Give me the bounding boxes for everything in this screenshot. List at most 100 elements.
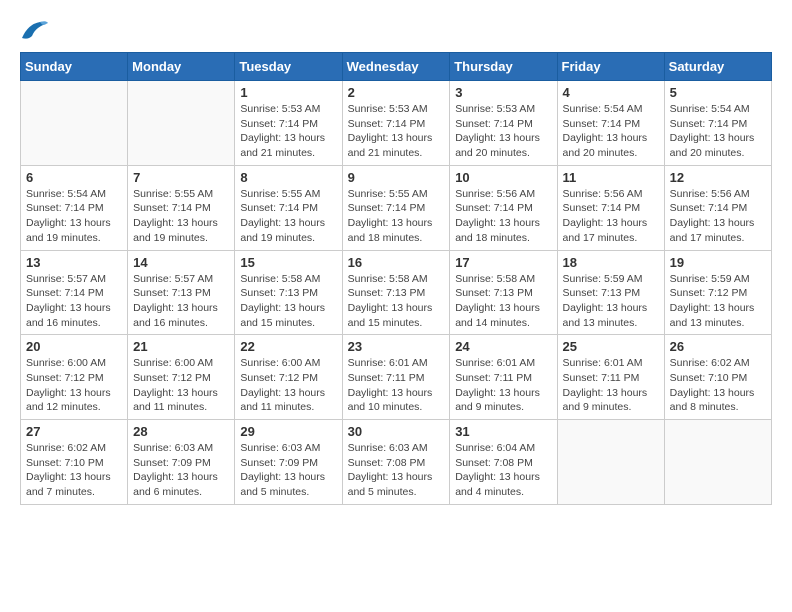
calendar-header-tuesday: Tuesday <box>235 53 342 81</box>
logo <box>20 20 52 42</box>
day-detail: Sunrise: 6:03 AM Sunset: 7:09 PM Dayligh… <box>133 441 229 500</box>
calendar-cell <box>128 81 235 166</box>
day-number: 30 <box>348 424 445 439</box>
calendar-header-thursday: Thursday <box>450 53 557 81</box>
day-number: 10 <box>455 170 551 185</box>
day-number: 11 <box>563 170 659 185</box>
calendar-cell: 5Sunrise: 5:54 AM Sunset: 7:14 PM Daylig… <box>664 81 771 166</box>
calendar-cell: 23 Sunrise: 6:01 AM Sunset: 7:11 PM Dayli… <box>342 335 450 420</box>
day-number: 31 <box>455 424 551 439</box>
calendar-header-wednesday: Wednesday <box>342 53 450 81</box>
calendar-cell: 24 Sunrise: 6:01 AM Sunset: 7:11 PM Dayli… <box>450 335 557 420</box>
calendar-week-row: 13 Sunrise: 5:57 AM Sunset: 7:14 PM Dayli… <box>21 250 772 335</box>
calendar-cell: 3Sunrise: 5:53 AM Sunset: 7:14 PM Daylig… <box>450 81 557 166</box>
calendar-cell: 19 Sunrise: 5:59 AM Sunset: 7:12 PM Dayli… <box>664 250 771 335</box>
day-detail: Sunrise: 5:55 AM Sunset: 7:14 PM Dayligh… <box>348 187 445 246</box>
calendar-cell: 25 Sunrise: 6:01 AM Sunset: 7:11 PM Dayli… <box>557 335 664 420</box>
calendar-week-row: 27 Sunrise: 6:02 AM Sunset: 7:10 PM Dayli… <box>21 420 772 505</box>
day-detail: Sunrise: 5:55 AM Sunset: 7:14 PM Dayligh… <box>133 187 229 246</box>
day-number: 6 <box>26 170 122 185</box>
day-detail: Sunrise: 5:55 AM Sunset: 7:14 PM Dayligh… <box>240 187 336 246</box>
calendar-cell: 8 Sunrise: 5:55 AM Sunset: 7:14 PM Daylig… <box>235 165 342 250</box>
day-number: 29 <box>240 424 336 439</box>
calendar-header-sunday: Sunday <box>21 53 128 81</box>
day-detail: Sunrise: 6:01 AM Sunset: 7:11 PM Dayligh… <box>455 356 551 415</box>
day-detail: Sunrise: 5:59 AM Sunset: 7:12 PM Dayligh… <box>670 272 766 331</box>
day-detail: Sunrise: 5:56 AM Sunset: 7:14 PM Dayligh… <box>455 187 551 246</box>
calendar-cell: 26 Sunrise: 6:02 AM Sunset: 7:10 PM Dayli… <box>664 335 771 420</box>
day-detail: Sunrise: 6:00 AM Sunset: 7:12 PM Dayligh… <box>26 356 122 415</box>
day-number: 23 <box>348 339 445 354</box>
calendar-cell: 29Sunrise: 6:03 AM Sunset: 7:09 PM Dayli… <box>235 420 342 505</box>
day-detail: Sunrise: 5:57 AM Sunset: 7:13 PM Dayligh… <box>133 272 229 331</box>
day-number: 18 <box>563 255 659 270</box>
day-number: 21 <box>133 339 229 354</box>
calendar-header-row: SundayMondayTuesdayWednesdayThursdayFrid… <box>21 53 772 81</box>
day-detail: Sunrise: 6:00 AM Sunset: 7:12 PM Dayligh… <box>240 356 336 415</box>
day-detail: Sunrise: 5:54 AM Sunset: 7:14 PM Dayligh… <box>26 187 122 246</box>
calendar-header-monday: Monday <box>128 53 235 81</box>
calendar-cell: 21 Sunrise: 6:00 AM Sunset: 7:12 PM Dayli… <box>128 335 235 420</box>
day-number: 28 <box>133 424 229 439</box>
day-detail: Sunrise: 5:56 AM Sunset: 7:14 PM Dayligh… <box>670 187 766 246</box>
calendar-week-row: 6 Sunrise: 5:54 AM Sunset: 7:14 PM Daylig… <box>21 165 772 250</box>
calendar-cell: 27 Sunrise: 6:02 AM Sunset: 7:10 PM Dayli… <box>21 420 128 505</box>
day-number: 25 <box>563 339 659 354</box>
calendar-cell <box>557 420 664 505</box>
day-detail: Sunrise: 5:53 AM Sunset: 7:14 PM Dayligh… <box>240 102 336 161</box>
calendar-cell: 6 Sunrise: 5:54 AM Sunset: 7:14 PM Daylig… <box>21 165 128 250</box>
calendar-cell: 28 Sunrise: 6:03 AM Sunset: 7:09 PM Dayli… <box>128 420 235 505</box>
day-number: 22 <box>240 339 336 354</box>
day-detail: Sunrise: 5:56 AM Sunset: 7:14 PM Dayligh… <box>563 187 659 246</box>
day-number: 24 <box>455 339 551 354</box>
calendar-cell: 18 Sunrise: 5:59 AM Sunset: 7:13 PM Dayli… <box>557 250 664 335</box>
day-detail: Sunrise: 6:01 AM Sunset: 7:11 PM Dayligh… <box>348 356 445 415</box>
day-number: 7 <box>133 170 229 185</box>
day-number: 2 <box>348 85 445 100</box>
calendar-cell: 17 Sunrise: 5:58 AM Sunset: 7:13 PM Dayli… <box>450 250 557 335</box>
day-number: 12 <box>670 170 766 185</box>
calendar-cell: 10 Sunrise: 5:56 AM Sunset: 7:14 PM Dayli… <box>450 165 557 250</box>
calendar-cell: 22 Sunrise: 6:00 AM Sunset: 7:12 PM Dayli… <box>235 335 342 420</box>
calendar-table: SundayMondayTuesdayWednesdayThursdayFrid… <box>20 52 772 505</box>
day-detail: Sunrise: 5:58 AM Sunset: 7:13 PM Dayligh… <box>240 272 336 331</box>
day-number: 19 <box>670 255 766 270</box>
calendar-cell: 2Sunrise: 5:53 AM Sunset: 7:14 PM Daylig… <box>342 81 450 166</box>
calendar-cell: 13 Sunrise: 5:57 AM Sunset: 7:14 PM Dayli… <box>21 250 128 335</box>
day-number: 17 <box>455 255 551 270</box>
day-detail: Sunrise: 6:02 AM Sunset: 7:10 PM Dayligh… <box>670 356 766 415</box>
calendar-cell: 15 Sunrise: 5:58 AM Sunset: 7:13 PM Dayli… <box>235 250 342 335</box>
day-number: 13 <box>26 255 122 270</box>
day-number: 16 <box>348 255 445 270</box>
calendar-cell <box>21 81 128 166</box>
day-detail: Sunrise: 5:58 AM Sunset: 7:13 PM Dayligh… <box>348 272 445 331</box>
calendar-cell <box>664 420 771 505</box>
page-header <box>20 20 772 42</box>
day-number: 1 <box>240 85 336 100</box>
calendar-cell: 7 Sunrise: 5:55 AM Sunset: 7:14 PM Daylig… <box>128 165 235 250</box>
day-detail: Sunrise: 5:58 AM Sunset: 7:13 PM Dayligh… <box>455 272 551 331</box>
day-detail: Sunrise: 6:00 AM Sunset: 7:12 PM Dayligh… <box>133 356 229 415</box>
day-detail: Sunrise: 6:02 AM Sunset: 7:10 PM Dayligh… <box>26 441 122 500</box>
calendar-cell: 31 Sunrise: 6:04 AM Sunset: 7:08 PM Dayli… <box>450 420 557 505</box>
day-number: 26 <box>670 339 766 354</box>
day-detail: Sunrise: 5:54 AM Sunset: 7:14 PM Dayligh… <box>563 102 659 161</box>
calendar-header-friday: Friday <box>557 53 664 81</box>
day-number: 14 <box>133 255 229 270</box>
day-number: 27 <box>26 424 122 439</box>
day-detail: Sunrise: 6:01 AM Sunset: 7:11 PM Dayligh… <box>563 356 659 415</box>
day-detail: Sunrise: 5:57 AM Sunset: 7:14 PM Dayligh… <box>26 272 122 331</box>
day-number: 8 <box>240 170 336 185</box>
calendar-cell: 16 Sunrise: 5:58 AM Sunset: 7:13 PM Dayli… <box>342 250 450 335</box>
calendar-cell: 1 Sunrise: 5:53 AM Sunset: 7:14 PM Daylig… <box>235 81 342 166</box>
calendar-cell: 4Sunrise: 5:54 AM Sunset: 7:14 PM Daylig… <box>557 81 664 166</box>
calendar-cell: 9Sunrise: 5:55 AM Sunset: 7:14 PM Daylig… <box>342 165 450 250</box>
calendar-cell: 30 Sunrise: 6:03 AM Sunset: 7:08 PM Dayli… <box>342 420 450 505</box>
calendar-cell: 14 Sunrise: 5:57 AM Sunset: 7:13 PM Dayli… <box>128 250 235 335</box>
day-detail: Sunrise: 6:03 AM Sunset: 7:08 PM Dayligh… <box>348 441 445 500</box>
day-number: 15 <box>240 255 336 270</box>
calendar-cell: 12 Sunrise: 5:56 AM Sunset: 7:14 PM Dayli… <box>664 165 771 250</box>
calendar-cell: 11 Sunrise: 5:56 AM Sunset: 7:14 PM Dayli… <box>557 165 664 250</box>
day-detail: Sunrise: 6:04 AM Sunset: 7:08 PM Dayligh… <box>455 441 551 500</box>
day-detail: Sunrise: 5:59 AM Sunset: 7:13 PM Dayligh… <box>563 272 659 331</box>
